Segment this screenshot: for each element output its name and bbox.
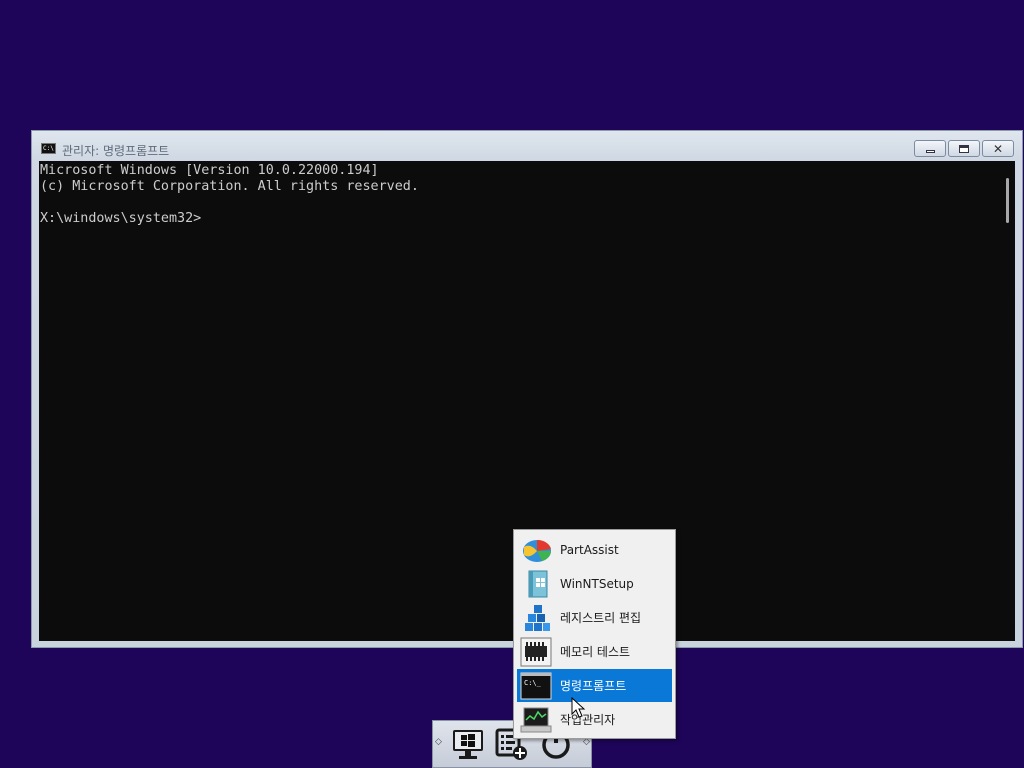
menu-item-label: 작업관리자 bbox=[560, 713, 616, 727]
menu-item-label: 명령프롬프트 bbox=[560, 679, 627, 693]
maximize-icon bbox=[959, 144, 969, 153]
minimize-icon bbox=[925, 149, 935, 153]
vertical-scrollbar[interactable] bbox=[1000, 161, 1015, 641]
close-button[interactable]: ✕ bbox=[982, 140, 1014, 157]
caption-buttons: ✕ bbox=[914, 140, 1014, 157]
menu-item-registry-editor[interactable]: 레지스트리 편집 bbox=[517, 601, 672, 634]
close-icon: ✕ bbox=[992, 141, 1004, 156]
mouse-cursor-icon bbox=[571, 697, 586, 718]
window-title: 관리자: 명령프롬프트 bbox=[62, 144, 170, 158]
memory-test-icon bbox=[520, 637, 552, 666]
scrollbar-thumb[interactable] bbox=[1006, 178, 1009, 223]
menu-item-memory-test[interactable]: 메모리 테스트 bbox=[517, 635, 672, 668]
console-line: Microsoft Windows [Version 10.0.22000.19… bbox=[40, 163, 379, 178]
task-manager-icon bbox=[520, 707, 552, 732]
menu-item-label: 메모리 테스트 bbox=[560, 645, 631, 659]
menu-item-command-prompt[interactable]: C:\_ 명령프롬프트 bbox=[517, 669, 672, 702]
maximize-button[interactable] bbox=[948, 140, 980, 157]
taskbar-left-grip-icon: ◇ bbox=[435, 737, 442, 747]
console-prompt: X:\windows\system32> bbox=[40, 211, 202, 226]
menu-item-label: WinNTSetup bbox=[560, 576, 634, 591]
minimize-button[interactable] bbox=[914, 140, 946, 157]
cmd-icon-text: C:\_ bbox=[524, 679, 542, 687]
command-prompt-icon: C:\_ bbox=[520, 672, 552, 699]
menu-item-winntsetup[interactable]: WinNTSetup bbox=[517, 567, 672, 600]
pc-icon[interactable] bbox=[451, 727, 485, 761]
menu-item-partassist[interactable]: PartAssist bbox=[517, 533, 672, 566]
registry-editor-icon bbox=[525, 604, 550, 631]
menu-item-label: PartAssist bbox=[560, 542, 619, 557]
partassist-icon bbox=[523, 539, 551, 562]
cmd-window-icon: C:\ bbox=[41, 143, 56, 154]
title-bar[interactable]: C:\ 관리자: 명령프롬프트 ✕ bbox=[32, 131, 1022, 161]
start-menu: PartAssist WinNTSetup 레지스트리 편집 메모리 테스트 C… bbox=[513, 529, 676, 739]
menu-item-label: 레지스트리 편집 bbox=[560, 611, 642, 625]
console-line: (c) Microsoft Corporation. All rights re… bbox=[40, 179, 419, 194]
winntsetup-icon bbox=[528, 570, 548, 597]
menu-item-task-manager[interactable]: 작업관리자 bbox=[517, 703, 672, 736]
